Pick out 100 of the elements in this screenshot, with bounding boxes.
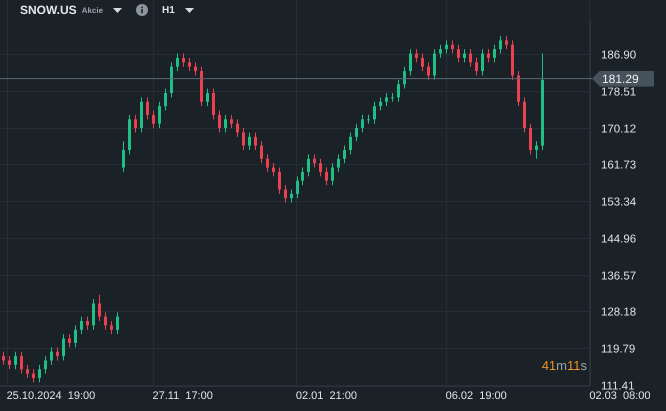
candle — [469, 48, 472, 68]
candle — [128, 114, 131, 155]
candle — [218, 110, 221, 133]
candle — [188, 57, 191, 72]
candle — [50, 346, 53, 366]
candle — [475, 57, 478, 76]
price-axis-label: 111.41 — [601, 380, 634, 392]
candle — [307, 154, 310, 177]
price-axis-label: 178.51 — [601, 86, 636, 98]
price-axis-label: 161.73 — [601, 160, 636, 172]
current-price-tag: 181.29 — [592, 70, 654, 87]
candle — [445, 40, 448, 54]
candle — [451, 40, 454, 54]
candle — [74, 324, 77, 348]
candle — [212, 88, 215, 120]
candle — [32, 368, 35, 383]
candle — [313, 154, 316, 168]
candle — [403, 66, 406, 90]
candle — [278, 167, 281, 194]
candle — [463, 48, 466, 63]
candle — [325, 167, 328, 186]
candle — [104, 312, 107, 330]
candle — [427, 62, 430, 80]
candle — [487, 48, 490, 63]
candle — [367, 114, 370, 124]
candle — [319, 158, 322, 177]
candle — [14, 351, 17, 370]
candle — [254, 132, 257, 150]
candle — [62, 334, 65, 361]
caret-icon[interactable] — [113, 8, 122, 12]
candle — [248, 132, 251, 150]
candle — [343, 145, 346, 164]
time-axis-label: 25.10.2024 19:00 — [6, 390, 96, 402]
info-icon[interactable] — [136, 4, 148, 16]
candle — [415, 48, 418, 63]
candle — [421, 53, 424, 72]
time-axis-label: 02.01 21:00 — [296, 390, 358, 402]
candle — [194, 62, 197, 76]
candle — [397, 79, 400, 102]
candle — [92, 298, 95, 330]
candle — [301, 167, 304, 186]
candle — [517, 70, 520, 107]
symbol-label[interactable]: SNOW.US — [20, 3, 77, 17]
candle — [242, 128, 245, 150]
candle — [284, 184, 287, 204]
time-axis-label: 06.02 19:00 — [446, 390, 507, 402]
candle — [511, 40, 514, 80]
candle — [200, 66, 203, 107]
candle — [206, 88, 209, 107]
price-axis-label: 170.12 — [601, 124, 636, 136]
candle — [164, 88, 167, 112]
candle — [361, 114, 364, 133]
candle — [158, 101, 161, 129]
timeframe-selector[interactable]: H1 — [162, 4, 175, 16]
candle — [535, 140, 538, 160]
candle — [499, 36, 502, 54]
candle — [391, 92, 394, 102]
time-axis-label: 27.11 17:00 — [152, 390, 213, 402]
candle — [26, 364, 29, 379]
candle — [224, 114, 227, 133]
candle — [266, 154, 269, 172]
candle — [481, 48, 484, 76]
candle — [337, 154, 340, 172]
price-axis-label: 186.90 — [601, 50, 636, 62]
candle — [140, 96, 143, 133]
candle — [80, 316, 83, 335]
candle — [68, 334, 71, 348]
candle — [38, 364, 41, 383]
candle — [86, 316, 89, 330]
candle — [170, 62, 173, 98]
candle — [373, 101, 376, 124]
candle — [457, 44, 460, 63]
candle — [379, 96, 382, 112]
price-axis-label: 119.79 — [601, 344, 636, 356]
candle — [290, 188, 293, 204]
candle — [505, 36, 508, 50]
candle — [122, 140, 125, 172]
candle — [433, 48, 436, 80]
countdown-timer: 41m11s — [542, 358, 587, 373]
candle — [355, 123, 358, 142]
candle — [230, 114, 233, 129]
price-axis-label: 136.57 — [601, 270, 636, 282]
candle — [152, 110, 155, 129]
candle — [182, 53, 185, 68]
candle — [331, 162, 334, 186]
candle — [110, 320, 113, 335]
instrument-type-label: Akcie — [82, 6, 104, 14]
candle — [439, 44, 442, 58]
candle — [146, 96, 149, 120]
candle — [385, 92, 388, 107]
candle — [529, 123, 532, 155]
caret-icon[interactable] — [184, 8, 194, 12]
candle — [2, 351, 5, 366]
candle — [44, 356, 47, 374]
candle — [20, 351, 23, 374]
candle — [56, 346, 59, 361]
candle — [349, 132, 352, 155]
candle — [116, 312, 119, 335]
time-axis-label: 02.03 08:00 — [589, 390, 651, 402]
candle — [296, 176, 299, 199]
